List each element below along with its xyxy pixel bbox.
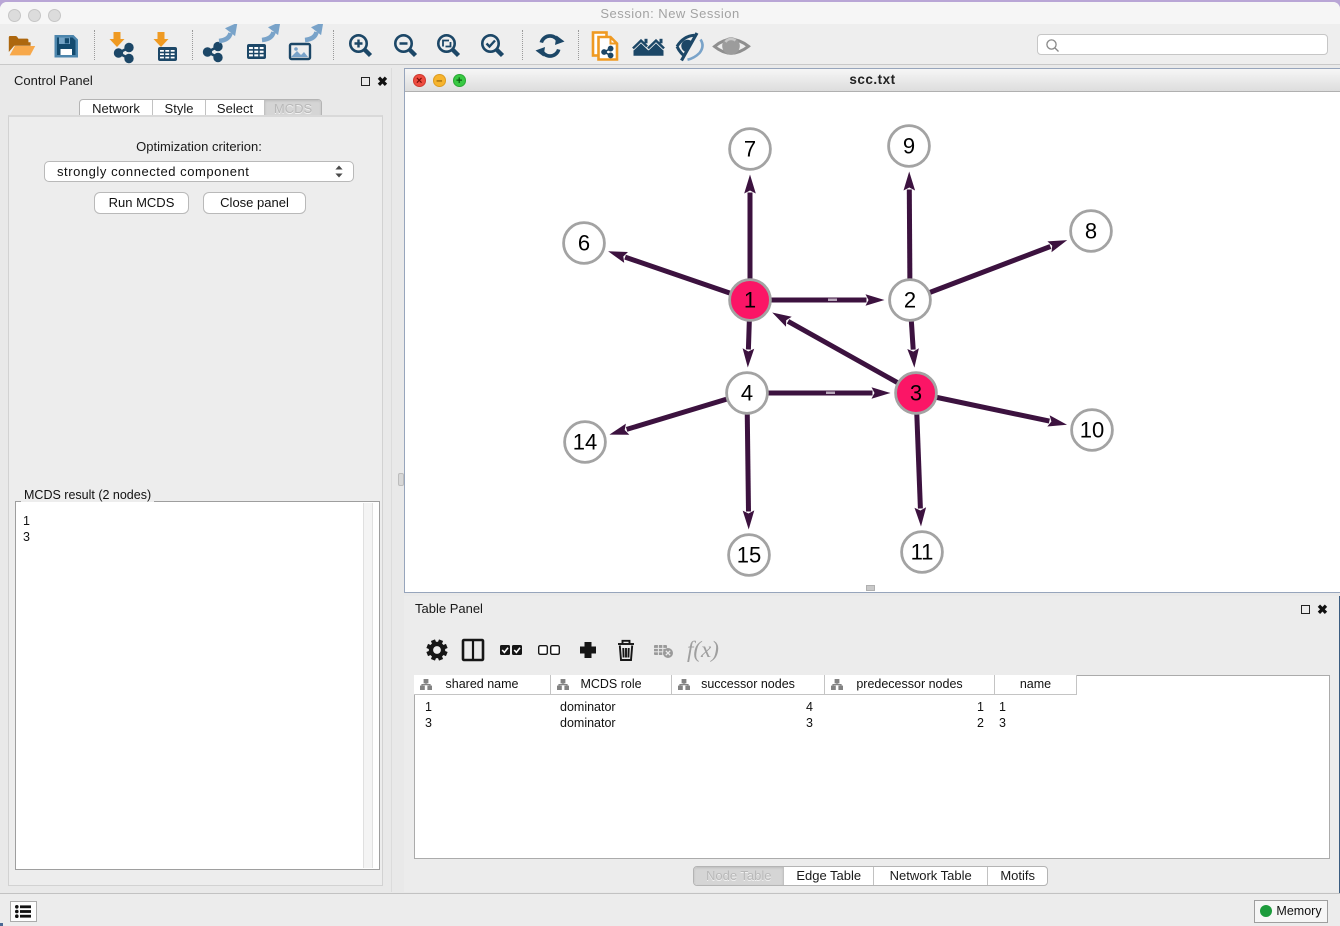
svg-text:14: 14	[573, 430, 597, 455]
svg-text:8: 8	[1085, 219, 1097, 244]
svg-text:7: 7	[744, 137, 756, 162]
svg-text:9: 9	[903, 134, 915, 159]
svg-text:11: 11	[911, 540, 934, 565]
svg-text:3: 3	[910, 381, 922, 406]
svg-text:15: 15	[737, 543, 761, 568]
svg-text:1: 1	[744, 288, 756, 313]
svg-text:6: 6	[578, 231, 590, 256]
svg-text:10: 10	[1080, 418, 1104, 443]
svg-text:f(x): f(x)	[687, 637, 719, 662]
svg-text:2: 2	[904, 288, 916, 313]
svg-text:4: 4	[741, 381, 753, 406]
